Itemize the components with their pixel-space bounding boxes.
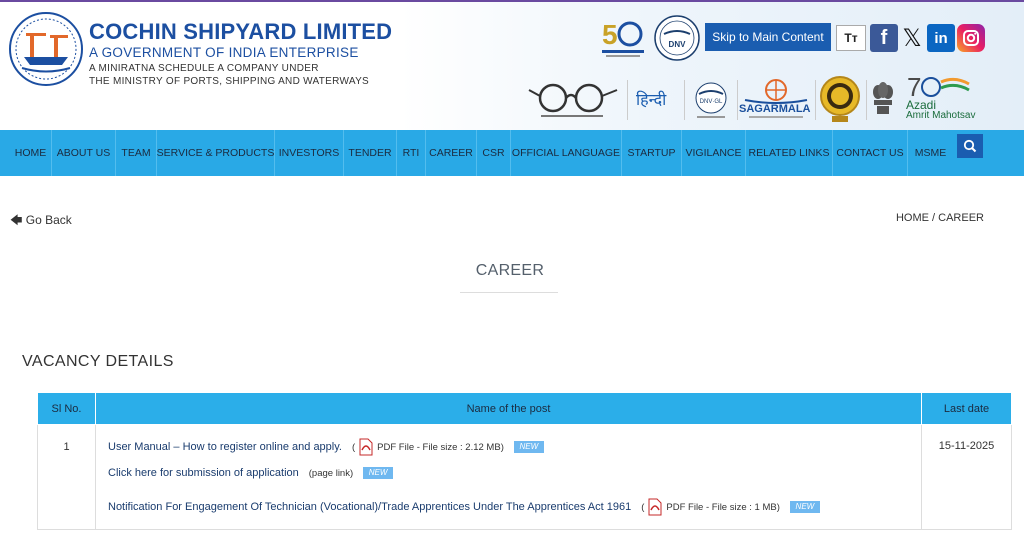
award-medal-icon — [820, 76, 860, 122]
fifty-years-badge-icon: 5 — [602, 19, 644, 57]
nav-item-team[interactable]: TEAM — [116, 130, 157, 176]
pdf-file-size: PDF File - File size : 2.12 MB — [377, 441, 501, 453]
nav-item-contact-us[interactable]: CONTACT US — [833, 130, 908, 176]
company-subtitle: A GOVERNMENT OF INDIA ENTERPRISE — [89, 45, 359, 60]
title-divider — [460, 292, 558, 293]
pdf-icon — [359, 438, 373, 456]
logo-separator — [627, 80, 628, 120]
nav-item-investors[interactable]: INVESTORS — [275, 130, 344, 176]
text-size-button[interactable]: Tт — [836, 25, 866, 51]
instagram-icon[interactable] — [957, 24, 985, 52]
dnv-gl-logo-icon[interactable]: DNV·GL — [689, 80, 733, 120]
sagarmala-label: SAGARMALA — [739, 103, 811, 115]
sl-no-cell: 1 — [37, 424, 96, 530]
go-back-link[interactable]: 🡄 Go Back — [10, 211, 72, 232]
pdf-file-meta[interactable]: ( PDF File - File size : 2.12 MB) — [352, 438, 504, 456]
vacancy-table: Sl No. Name of the post Last date 1 User… — [37, 392, 1012, 530]
sagarmala-logo-icon[interactable] — [739, 76, 813, 122]
submission-link[interactable]: Click here for submission of application — [108, 467, 299, 479]
x-twitter-icon[interactable]: 𝕏 — [898, 24, 926, 52]
post-item: Click here for submission of application… — [108, 461, 909, 485]
nav-item-official-language[interactable]: OFFICIAL LANGUAGE — [511, 130, 622, 176]
header-top-line — [0, 0, 1024, 2]
nav-item-career[interactable]: CAREER — [426, 130, 477, 176]
svg-text:DNV·GL: DNV·GL — [700, 99, 723, 105]
mahotsav-label: Amrit Mahotsav — [906, 110, 976, 121]
company-tagline-1: A MINIRATNA SCHEDULE A COMPANY UNDER — [89, 63, 319, 74]
main-navigation: HOME ABOUT US TEAM SERVICE & PRODUCTS IN… — [0, 130, 1024, 176]
table-row: 1 User Manual – How to register online a… — [37, 424, 1012, 530]
column-header-post: Name of the post — [95, 392, 922, 425]
pdf-file-size: PDF File - File size : 1 MB — [666, 501, 777, 513]
arrow-left-icon: 🡄 — [10, 213, 23, 227]
linkedin-icon[interactable]: in — [927, 24, 955, 52]
company-tagline-2: THE MINISTRY OF PORTS, SHIPPING AND WATE… — [89, 76, 370, 87]
nav-item-tender[interactable]: TENDER — [344, 130, 397, 176]
notification-link[interactable]: Notification For Engagement Of Technicia… — [108, 501, 631, 513]
site-header: COCHIN SHIPYARD LIMITED A GOVERNMENT OF … — [0, 0, 1024, 130]
svg-text:5: 5 — [602, 19, 618, 50]
svg-text:DNV: DNV — [669, 40, 687, 49]
company-title: COCHIN SHIPYARD LIMITED — [89, 19, 393, 44]
skip-to-main-button[interactable]: Skip to Main Content — [705, 23, 831, 51]
national-emblem-icon — [873, 82, 893, 114]
nav-item-startup[interactable]: STARTUP — [622, 130, 682, 176]
pdf-file-meta[interactable]: ( PDF File - File size : 1 MB) — [641, 498, 780, 516]
breadcrumb[interactable]: HOME / CAREER — [896, 212, 984, 224]
cochin-shipyard-logo-icon[interactable] — [8, 11, 84, 87]
page-link-label[interactable]: (page link) — [309, 468, 353, 479]
page-title: CAREER — [475, 262, 545, 279]
column-header-last-date: Last date — [921, 392, 1012, 425]
logo-separator — [684, 80, 685, 120]
facebook-icon[interactable]: f — [870, 24, 898, 52]
nav-item-about-us[interactable]: ABOUT US — [52, 130, 116, 176]
search-button[interactable] — [957, 134, 983, 158]
new-badge: NEW — [513, 441, 544, 453]
post-cell: User Manual – How to register online and… — [95, 424, 922, 530]
section-title: VACANCY DETAILS — [22, 353, 174, 370]
new-badge: NEW — [363, 467, 394, 479]
column-header-sl-no: Sl No. — [37, 392, 96, 425]
logo-separator — [815, 80, 816, 120]
nav-item-rti[interactable]: RTI — [397, 130, 426, 176]
swachh-bharat-logo-icon[interactable] — [525, 80, 621, 120]
nav-item-service-products[interactable]: SERVICE & PRODUCTS — [157, 130, 275, 176]
nav-item-related-links[interactable]: RELATED LINKS — [746, 130, 833, 176]
table-header-row: Sl No. Name of the post Last date — [37, 392, 1012, 425]
nav-item-msme[interactable]: MSME — [908, 130, 953, 176]
new-badge: NEW — [789, 501, 820, 513]
last-date-cell: 15-11-2025 — [921, 424, 1012, 530]
pdf-icon — [648, 498, 662, 516]
user-manual-link[interactable]: User Manual – How to register online and… — [108, 441, 342, 453]
logo-separator — [866, 80, 867, 120]
go-back-label: Go Back — [25, 213, 72, 227]
post-item: Notification For Engagement Of Technicia… — [108, 495, 909, 519]
search-icon — [963, 139, 977, 153]
post-item: User Manual – How to register online and… — [108, 435, 909, 459]
nav-item-csr[interactable]: CSR — [477, 130, 511, 176]
logo-separator — [737, 80, 738, 120]
dnv-certification-icon: DNV — [654, 15, 700, 61]
nav-item-home[interactable]: HOME — [10, 130, 52, 176]
nav-item-vigilance[interactable]: VIGILANCE — [682, 130, 746, 176]
hindi-language-link[interactable]: हिन्दी — [636, 88, 666, 110]
